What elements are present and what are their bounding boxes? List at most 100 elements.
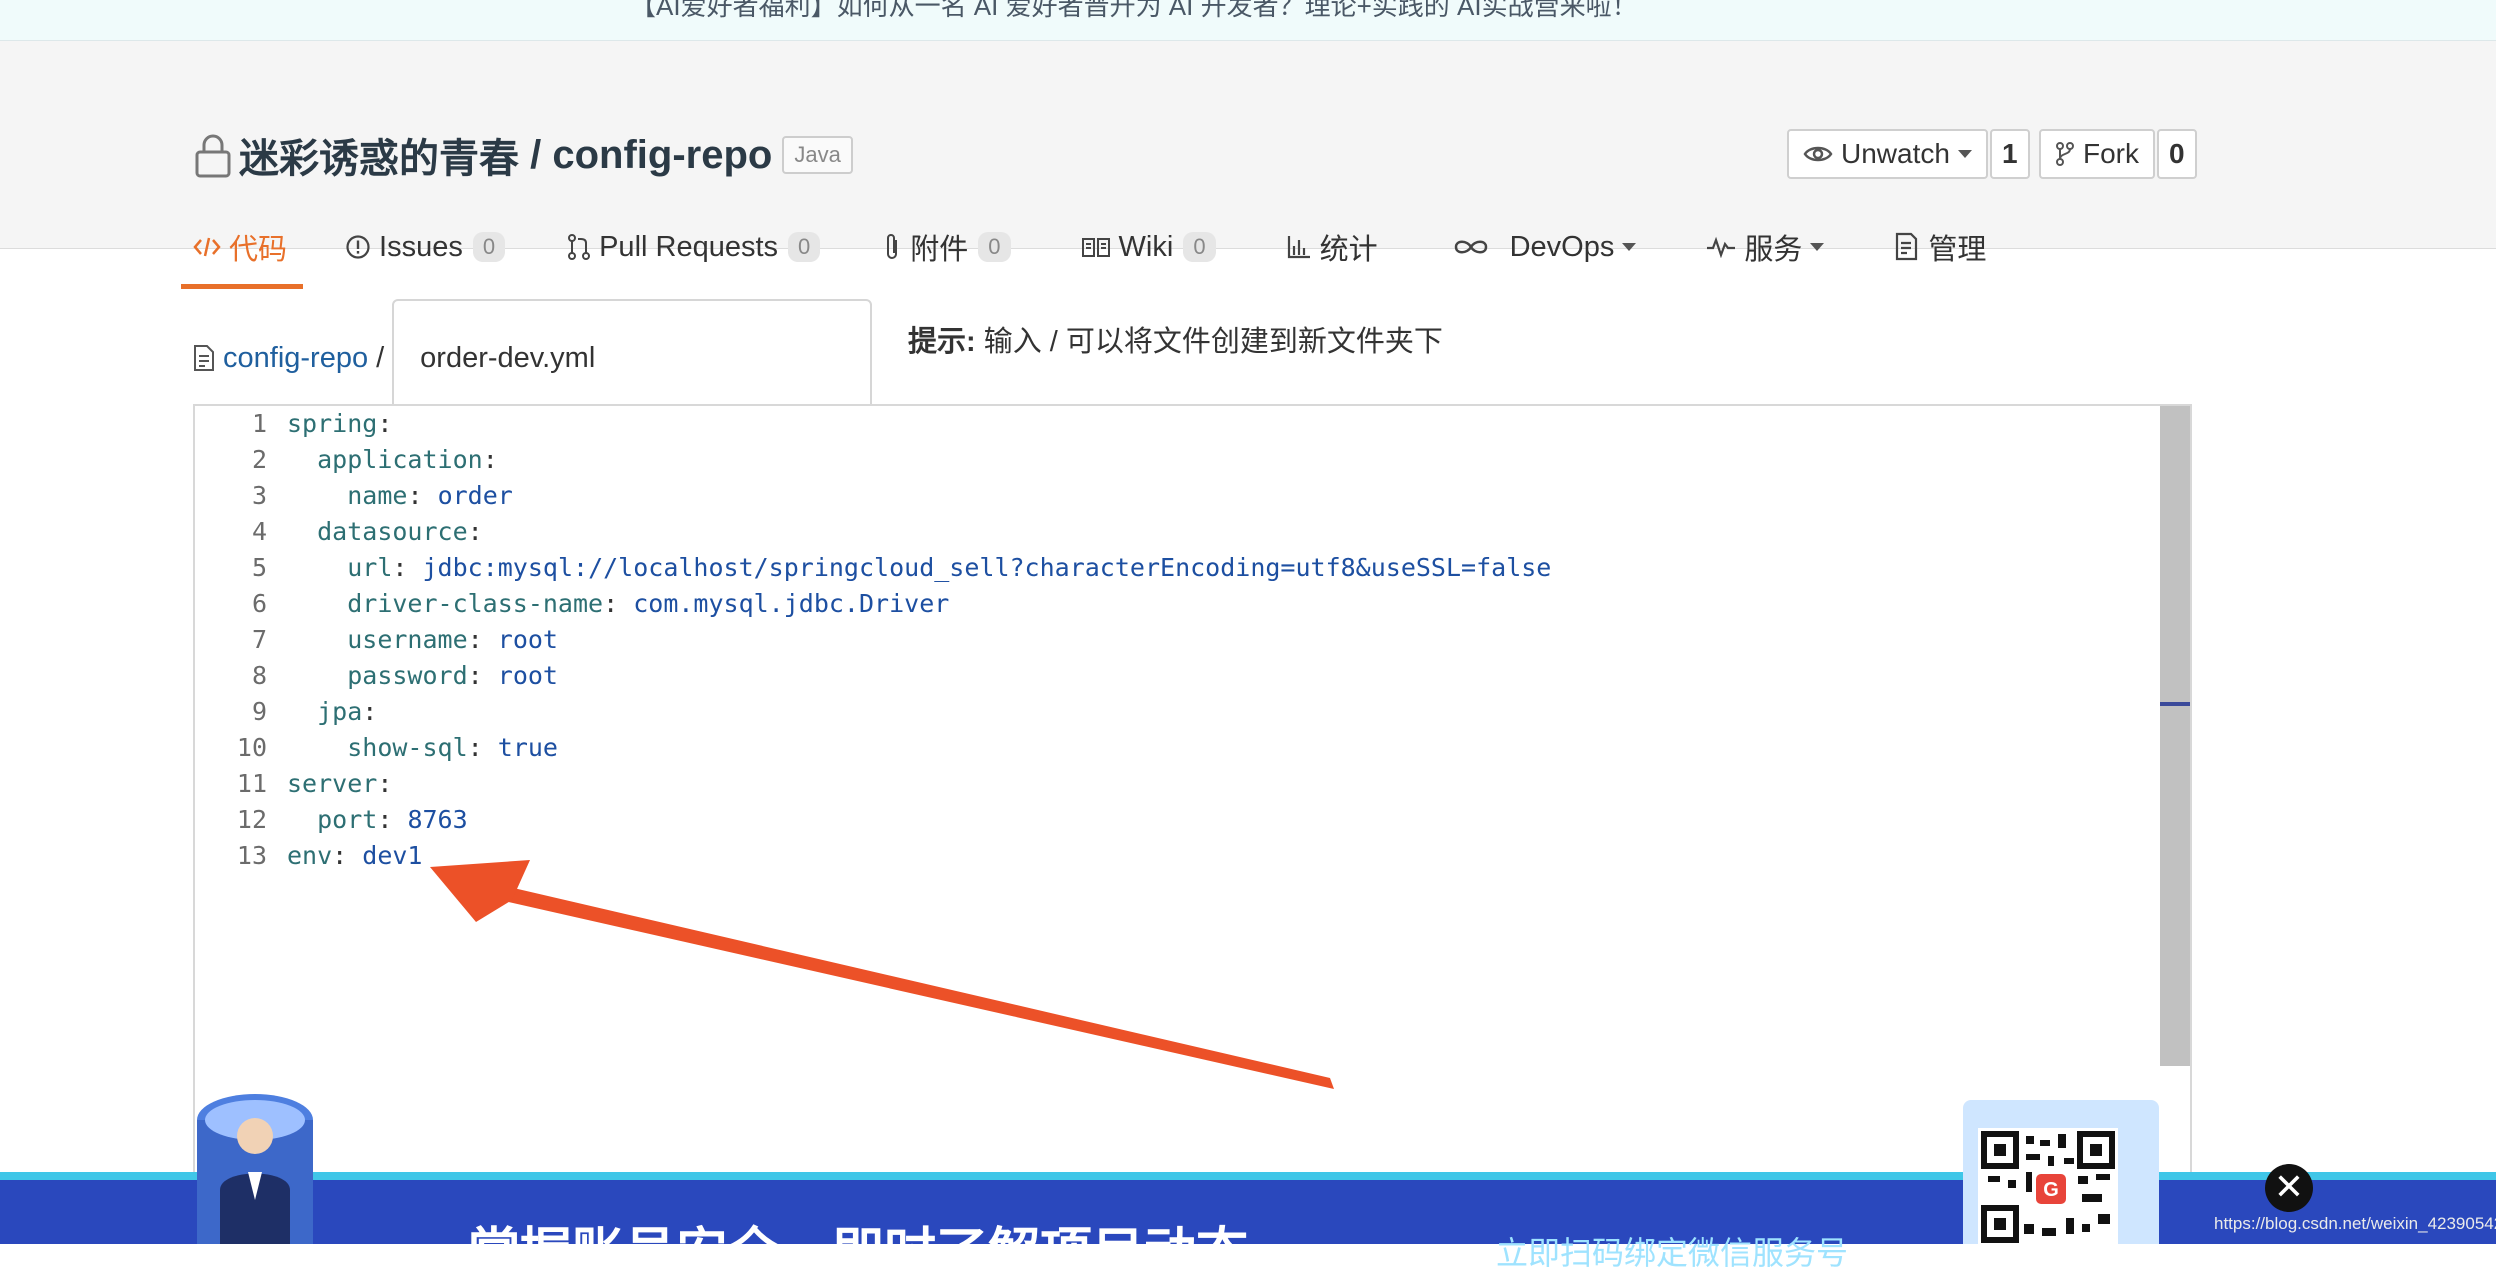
hint-label: 提示: bbox=[908, 326, 976, 358]
fork-count[interactable]: 0 bbox=[2157, 129, 2197, 179]
code-editor[interactable]: 1 2 3 4 5 6 7 8 9 10 11 12 13 spring: application: n… bbox=[193, 404, 2192, 1244]
tab-settings-label: 管理 bbox=[1928, 234, 1987, 266]
yaml-key: password bbox=[347, 661, 468, 690]
editor-scrollbar[interactable] bbox=[2160, 406, 2190, 1066]
yaml-key: driver-class-name bbox=[347, 589, 604, 618]
hint-text: 提示: 输入 / 可以将文件创建到新文件夹下 bbox=[908, 318, 1443, 360]
tab-code[interactable]: 代码 bbox=[180, 217, 304, 289]
tab-pull-requests[interactable]: Pull Requests 0 bbox=[567, 217, 821, 277]
code-line[interactable]: name: order bbox=[287, 478, 2158, 514]
watch-count[interactable]: 1 bbox=[1989, 129, 2030, 179]
tab-services[interactable]: 服务 bbox=[1706, 217, 1825, 277]
yaml-key: datasource bbox=[317, 517, 468, 546]
tab-attachments[interactable]: 附件 0 bbox=[884, 217, 1011, 277]
tab-attachments-label: 附件 bbox=[910, 234, 969, 266]
yaml-colon: : bbox=[482, 445, 498, 474]
line-number: 8 bbox=[251, 661, 267, 690]
code-line[interactable]: show-sql: true bbox=[287, 730, 2158, 766]
code-line[interactable]: spring: bbox=[287, 406, 2158, 442]
line-number: 1 bbox=[251, 409, 267, 438]
mascot-illustration bbox=[197, 1094, 313, 1244]
code-line[interactable]: url: jdbc:mysql://localhost/springcloud_… bbox=[287, 550, 2158, 586]
attachments-count-badge: 0 bbox=[978, 232, 1011, 262]
breadcrumb: config-repo / bbox=[193, 297, 873, 419]
settings-doc-icon bbox=[1894, 232, 1920, 262]
tab-wiki[interactable]: Wiki 0 bbox=[1081, 217, 1216, 277]
lock-icon bbox=[193, 132, 233, 178]
code-line[interactable]: password: root bbox=[287, 658, 2158, 694]
pulse-icon bbox=[1706, 236, 1736, 258]
scrollbar-marker bbox=[2160, 702, 2190, 706]
tab-settings[interactable]: 管理 bbox=[1894, 217, 1986, 277]
yaml-key: jpa bbox=[317, 697, 363, 726]
line-number: 4 bbox=[251, 517, 267, 546]
tab-statistics-label: 统计 bbox=[1319, 234, 1378, 266]
fork-icon bbox=[2055, 141, 2075, 167]
breadcrumb-repo-link[interactable]: config-repo bbox=[223, 342, 368, 375]
yaml-colon: : bbox=[467, 733, 483, 762]
line-number-gutter: 1 2 3 4 5 6 7 8 9 10 11 12 13 bbox=[195, 406, 275, 874]
unwatch-label: Unwatch bbox=[1841, 138, 1950, 169]
yaml-space bbox=[347, 841, 362, 870]
yaml-value: root bbox=[497, 661, 558, 690]
yaml-key: application bbox=[317, 445, 483, 474]
repo-owner-link[interactable]: 迷彩诱惑的青春 bbox=[239, 126, 519, 184]
tab-issues[interactable]: Issues 0 bbox=[345, 217, 506, 277]
yaml-value: 8763 bbox=[407, 805, 468, 834]
repo-header: 迷彩诱惑的青春 / config-repo Java Unwatch 1 For… bbox=[0, 41, 2496, 289]
breadcrumb-separator: / bbox=[376, 341, 385, 374]
code-area[interactable]: spring: application: name: order datasou… bbox=[287, 406, 2158, 874]
line-number: 11 bbox=[236, 769, 267, 798]
code-line[interactable]: port: 8763 bbox=[287, 802, 2158, 838]
yaml-colon: : bbox=[392, 553, 408, 582]
announcement-bar[interactable]: 【AI爱好者福利】如何从一名 AI 爱好者晋升为 AI 开发者？理论+实践的 A… bbox=[0, 0, 2496, 41]
yaml-colon: : bbox=[467, 517, 483, 546]
yaml-value: true bbox=[497, 733, 558, 762]
code-line[interactable]: server: bbox=[287, 766, 2158, 802]
qr-code-image[interactable]: G bbox=[1978, 1128, 2118, 1244]
tab-services-label: 服务 bbox=[1744, 234, 1803, 266]
language-badge[interactable]: Java bbox=[782, 136, 853, 174]
unwatch-button[interactable]: Unwatch bbox=[1787, 129, 1988, 179]
fork-button[interactable]: Fork bbox=[2039, 129, 2155, 179]
filename-input[interactable] bbox=[392, 299, 873, 417]
yaml-value: jdbc:mysql://localhost/springcloud_sell?… bbox=[422, 553, 1552, 582]
close-promo-button[interactable]: ✕ bbox=[2265, 1164, 2313, 1212]
yaml-key: spring bbox=[287, 409, 378, 438]
paperclip-icon bbox=[884, 232, 902, 262]
repo-separator: / bbox=[519, 132, 553, 177]
watch-group: Unwatch 1 bbox=[1787, 129, 2030, 179]
announcement-text[interactable]: 【AI爱好者福利】如何从一名 AI 爱好者晋升为 AI 开发者？理论+实践的 A… bbox=[630, 0, 1638, 23]
chevron-down-icon bbox=[1957, 150, 1972, 158]
repo-name-link[interactable]: config-repo bbox=[552, 133, 772, 178]
code-line[interactable]: jpa: bbox=[287, 694, 2158, 730]
code-line[interactable]: driver-class-name: com.mysql.jdbc.Driver bbox=[287, 586, 2158, 622]
code-line[interactable]: username: root bbox=[287, 622, 2158, 658]
tab-wiki-label: Wiki bbox=[1118, 230, 1174, 263]
line-number: 9 bbox=[251, 697, 267, 726]
yaml-colon: : bbox=[377, 805, 393, 834]
bar-chart-icon bbox=[1286, 234, 1312, 260]
yaml-colon: : bbox=[332, 841, 348, 870]
promo-subtext: 立即扫码绑定微信服务号 bbox=[1496, 1235, 1849, 1271]
line-number: 5 bbox=[251, 553, 267, 582]
yaml-colon: : bbox=[377, 769, 393, 798]
yaml-colon: : bbox=[603, 589, 619, 618]
code-line[interactable]: datasource: bbox=[287, 514, 2158, 550]
yaml-colon: : bbox=[377, 409, 393, 438]
tab-statistics[interactable]: 统计 bbox=[1286, 217, 1378, 277]
tab-devops[interactable]: DevOps bbox=[1452, 217, 1637, 277]
line-number: 3 bbox=[251, 481, 267, 510]
code-line[interactable]: env: dev1 bbox=[287, 838, 2158, 874]
chevron-down-icon bbox=[1622, 243, 1637, 251]
yaml-space bbox=[483, 625, 498, 654]
yaml-space bbox=[423, 481, 438, 510]
line-number: 2 bbox=[251, 445, 267, 474]
code-line[interactable]: application: bbox=[287, 442, 2158, 478]
yaml-value: order bbox=[437, 481, 513, 510]
svg-text:G: G bbox=[2043, 1179, 2059, 1201]
